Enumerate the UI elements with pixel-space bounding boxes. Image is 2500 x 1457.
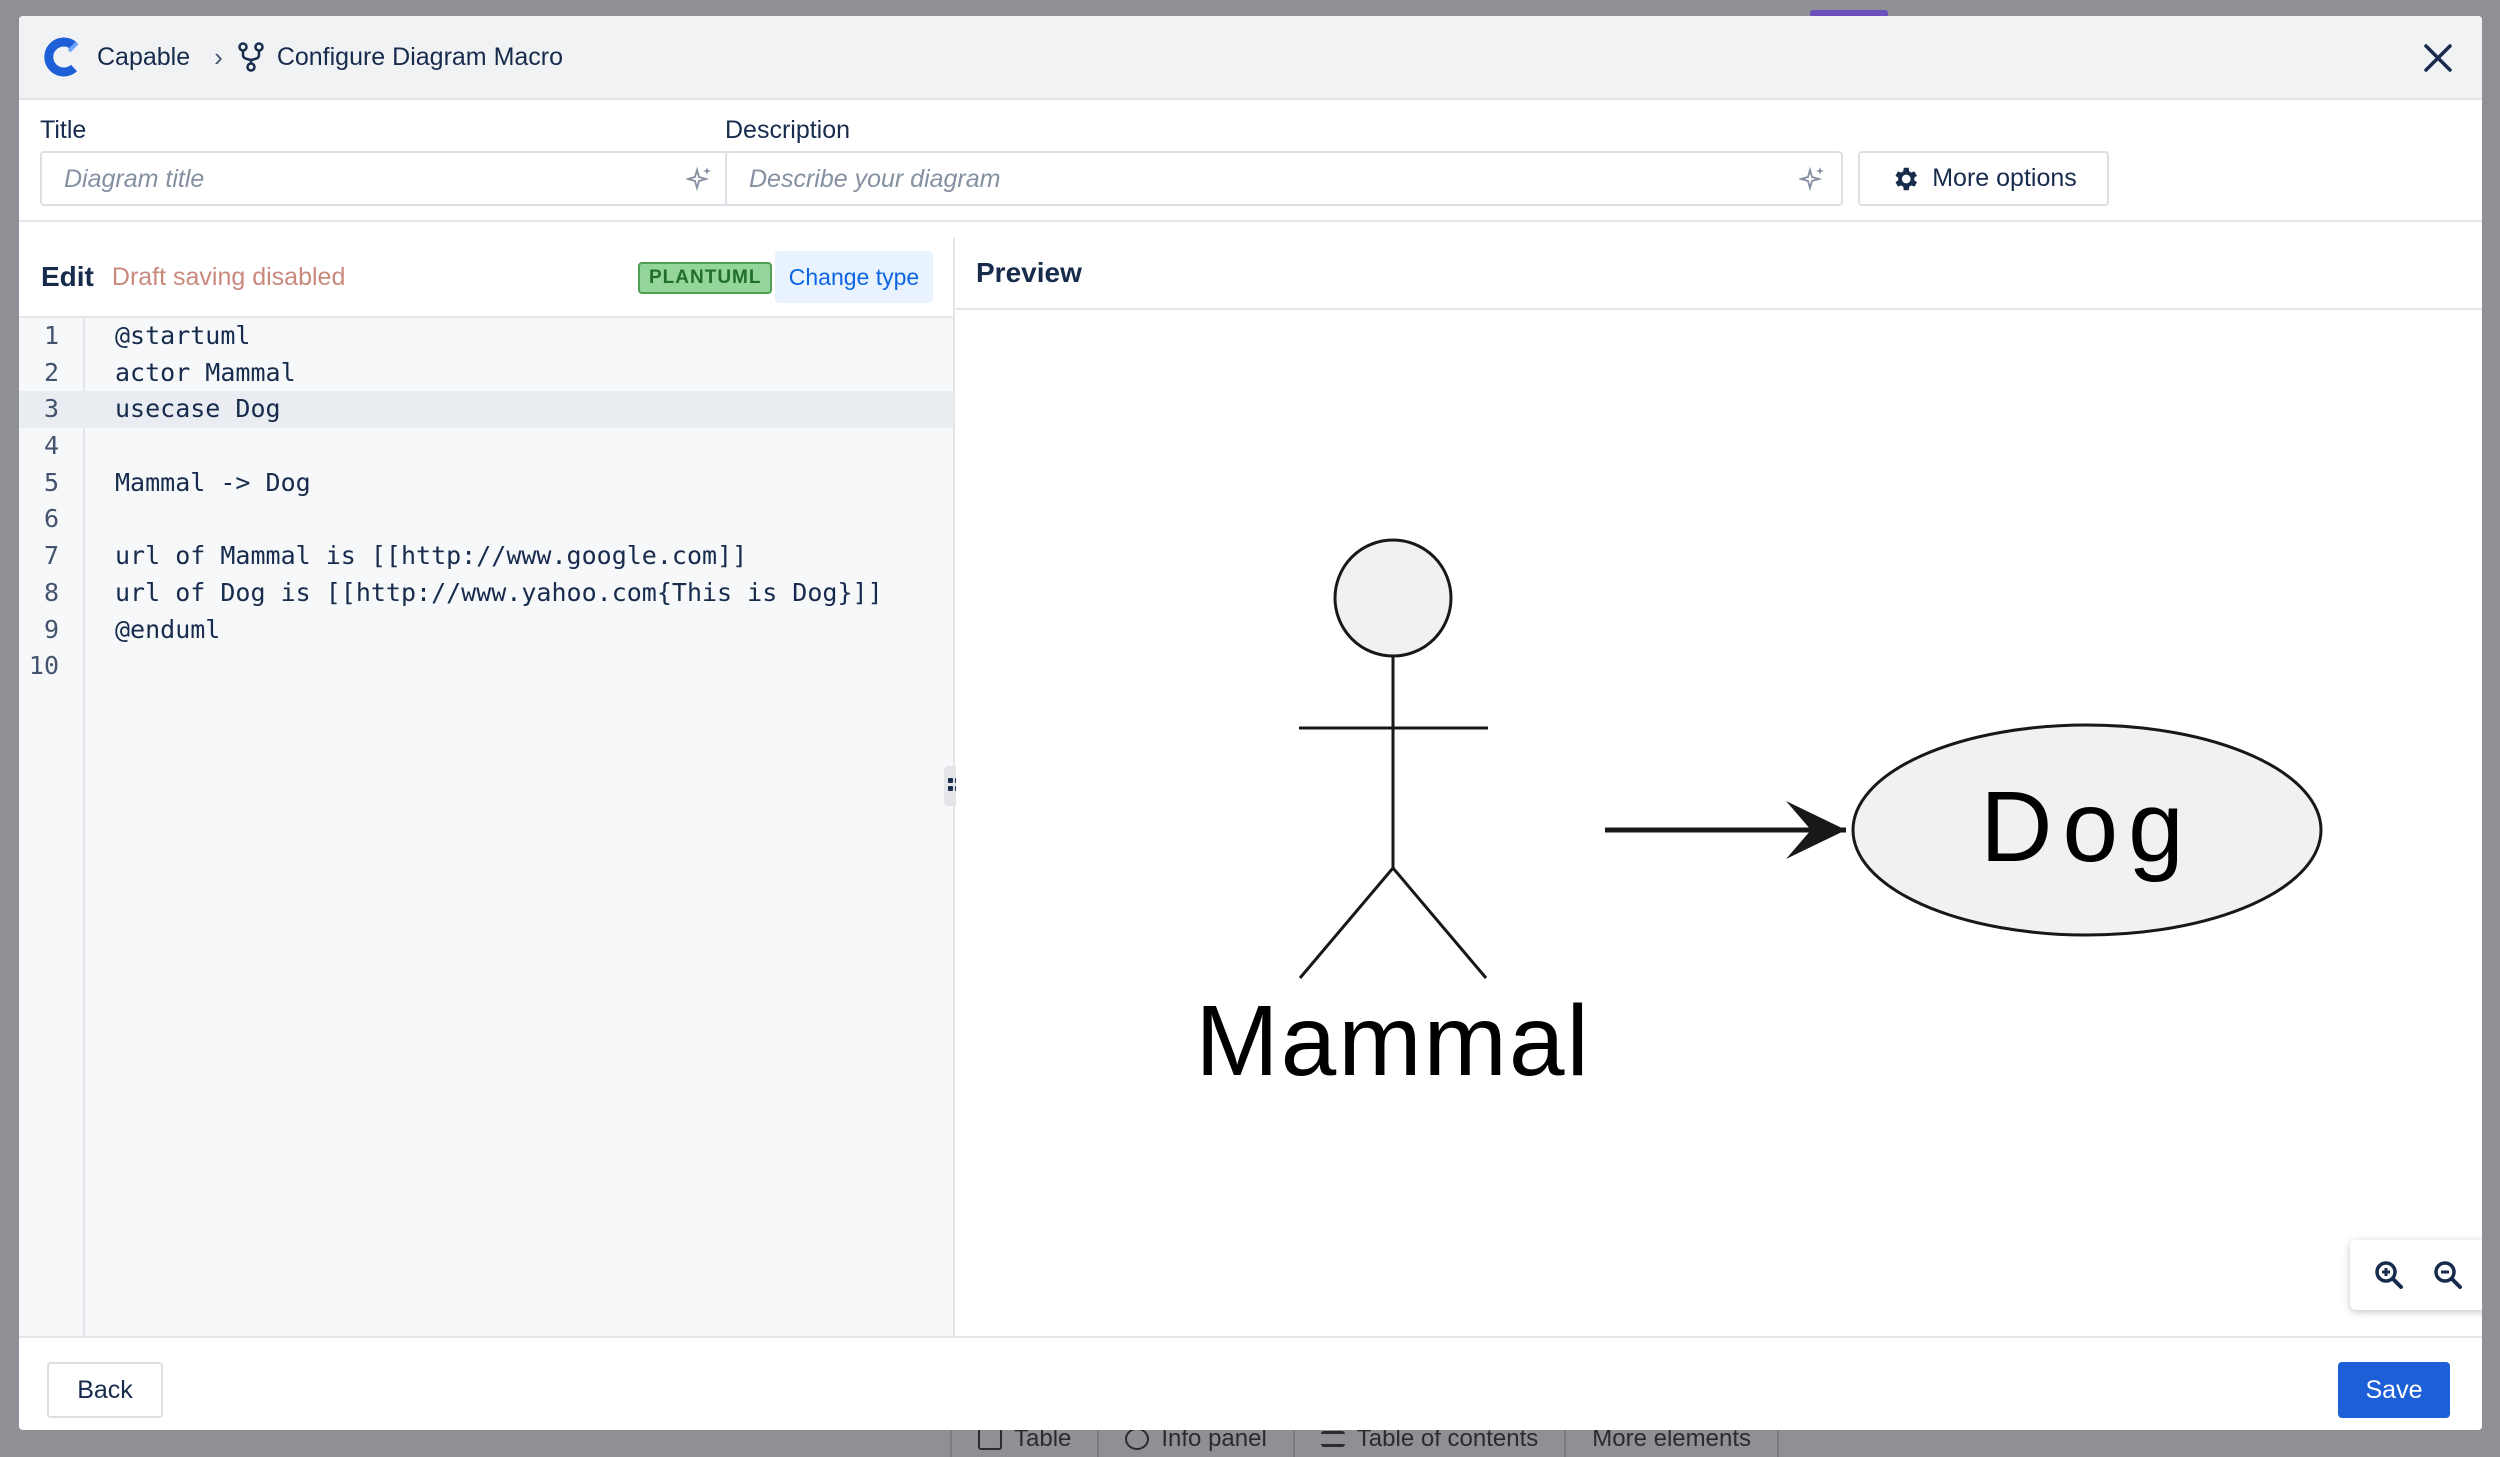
code-text[interactable]: actor Mammal	[85, 355, 296, 392]
actor-label[interactable]: Mammal	[1195, 985, 1590, 1097]
code-line[interactable]: 3 usecase Dog	[19, 391, 953, 429]
back-button[interactable]: Back	[47, 1362, 163, 1418]
line-number: 7	[43, 541, 59, 571]
divider	[19, 220, 2482, 222]
change-type-button[interactable]: Change type	[775, 251, 933, 303]
title-input[interactable]: Diagram title	[40, 151, 730, 206]
close-icon[interactable]	[2418, 38, 2458, 78]
line-number: 9	[43, 614, 59, 644]
ai-sparkle-icon[interactable]	[1799, 165, 1827, 193]
configure-diagram-modal: Capable › Configure Diagram Macro Title …	[19, 16, 2482, 1430]
code-editor-panel: Edit Draft saving disabled PLANTUML Chan…	[19, 238, 955, 1336]
ai-sparkle-icon[interactable]	[686, 165, 714, 193]
code-line[interactable]: 9 @enduml	[19, 612, 953, 649]
modal-header: Capable › Configure Diagram Macro	[19, 16, 2482, 100]
line-number: 6	[43, 504, 59, 534]
code-line[interactable]: 10	[19, 648, 953, 685]
line-number: 10	[28, 651, 59, 681]
code-text[interactable]: @enduml	[85, 612, 220, 649]
zoom-out-icon[interactable]	[2428, 1255, 2468, 1295]
table-icon	[978, 1427, 1002, 1450]
breadcrumb-current-page: Configure Diagram Macro	[276, 42, 564, 71]
code-text[interactable]	[85, 501, 115, 538]
usecase-label[interactable]: Dog	[1980, 771, 2193, 883]
editor-title: Edit	[41, 261, 94, 292]
code-text[interactable]	[85, 428, 115, 465]
code-line[interactable]: 5 Mammal -> Dog	[19, 465, 953, 502]
code-text[interactable]: Mammal -> Dog	[85, 465, 311, 502]
description-placeholder: Describe your diagram	[749, 165, 1001, 193]
code-text[interactable]: usecase Dog	[85, 391, 281, 428]
code-text[interactable]: url of Mammal is [[http://www.google.com…	[85, 538, 747, 575]
code-line[interactable]: 2 actor Mammal	[19, 355, 953, 392]
list-icon	[1320, 1430, 1345, 1447]
code-text[interactable]: url of Dog is [[http://www.yahoo.com{Thi…	[85, 575, 883, 612]
info-icon	[1125, 1427, 1150, 1450]
actor-figure[interactable]	[1298, 538, 1488, 979]
zoom-in-icon[interactable]	[2369, 1255, 2409, 1295]
code-text[interactable]: @startuml	[85, 318, 250, 355]
code-line[interactable]: 1 @startuml	[19, 318, 953, 355]
title-placeholder: Diagram title	[64, 165, 205, 193]
uml-diagram[interactable]: Mammal Dog	[956, 238, 2482, 1336]
breadcrumb-app-name[interactable]: Capable	[97, 43, 190, 72]
code-line[interactable]: 8 url of Dog is [[http://www.yahoo.com{Th…	[19, 575, 953, 612]
code-text[interactable]	[85, 648, 115, 685]
gear-icon	[1895, 167, 1918, 190]
draft-status: Draft saving disabled	[111, 262, 346, 291]
diagram-type-badge: PLANTUML	[638, 262, 773, 294]
modal-footer: Back Save	[19, 1336, 2482, 1430]
editor-header: Edit Draft saving disabled PLANTUML Chan…	[19, 238, 953, 318]
branch-icon	[238, 42, 264, 72]
line-number: 4	[43, 431, 59, 461]
code-line[interactable]: 6	[19, 501, 953, 538]
zoom-controls	[2350, 1240, 2482, 1310]
capable-logo-icon	[44, 37, 79, 77]
more-options-button[interactable]: More options	[1858, 151, 2109, 206]
code-line[interactable]: 7 url of Mammal is [[http://www.google.co…	[19, 538, 953, 575]
title-label: Title	[40, 116, 87, 144]
line-number: 2	[43, 357, 59, 387]
save-button[interactable]: Save	[2338, 1362, 2450, 1418]
code-editor[interactable]: 1 @startuml 2 actor Mammal 3 usecase Dog 4 5 Mam…	[19, 318, 953, 685]
description-label: Description	[725, 116, 851, 144]
more-options-label: More options	[1932, 164, 2077, 192]
line-number: 1	[43, 321, 59, 350]
preview-panel: Preview Mammal Dog	[956, 238, 2482, 1336]
description-input[interactable]: Describe your diagram	[725, 151, 1843, 206]
line-number: 3	[43, 394, 59, 424]
line-number: 5	[43, 467, 59, 497]
chevron-right-icon: ›	[214, 41, 223, 72]
association-arrow	[1605, 801, 1846, 859]
code-line[interactable]: 4	[19, 428, 953, 465]
line-number: 8	[43, 577, 59, 607]
